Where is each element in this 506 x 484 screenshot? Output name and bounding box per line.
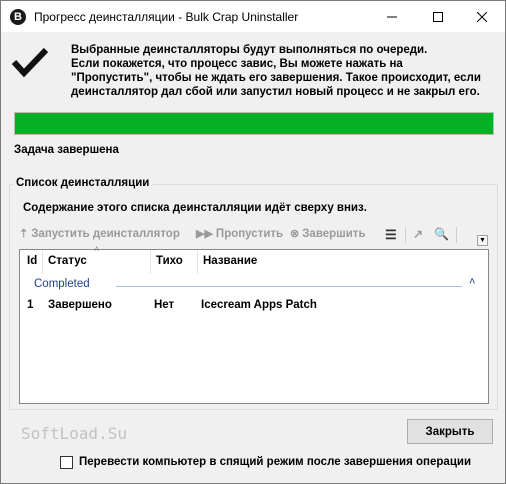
collapse-chevron-icon[interactable]: ˄ <box>469 276 475 288</box>
terminate-button[interactable]: ⊗ Завершить <box>290 227 366 241</box>
maximize-icon <box>433 11 443 22</box>
sort-indicator-icon: ˄ <box>94 244 100 254</box>
minimize-button[interactable] <box>369 1 415 32</box>
toolbar-overflow-button[interactable]: ▼ <box>477 235 488 246</box>
skip-button[interactable]: ▶▶ Пропустить <box>196 227 284 241</box>
title-bar[interactable]: B Прогресс деинсталляции - Bulk Crap Uni… <box>1 1 505 32</box>
group-divider <box>116 286 462 287</box>
maximize-button[interactable] <box>415 1 461 32</box>
column-header-quiet[interactable]: Тихо <box>156 255 183 267</box>
column-header-status[interactable]: Статус <box>48 255 87 267</box>
list-view-button[interactable]: ☰ <box>385 227 397 243</box>
column-divider <box>150 250 151 274</box>
properties-button[interactable]: 🔍 <box>434 227 449 241</box>
column-header-id[interactable]: Id <box>27 255 37 267</box>
group-title: Completed <box>34 278 90 290</box>
table-row[interactable]: 1 Завершено Нет Icecream Apps Patch <box>20 297 488 315</box>
minimize-icon <box>387 16 397 17</box>
open-external-button[interactable]: ↗ <box>413 227 423 241</box>
close-button[interactable]: Закрыть <box>407 419 493 444</box>
skip-icon: ▶▶ <box>196 228 213 240</box>
toolbar-separator <box>456 227 457 243</box>
close-window-button[interactable] <box>459 1 505 32</box>
sleep-option-label[interactable]: Перевести компьютер в спящий режим после… <box>79 456 471 468</box>
list-toolbar: ⇡ Запустить деинсталлятор ▶▶ Пропустить … <box>19 225 491 245</box>
uninstall-list-description: Содержание этого списка деинсталляции ид… <box>23 202 367 214</box>
list-header: ˄ Id Статус Тихо Название <box>20 244 488 274</box>
run-uninstaller-button[interactable]: ⇡ Запустить деинсталлятор <box>19 227 180 241</box>
progress-fill <box>15 113 493 134</box>
list-view-icon: ☰ <box>385 227 397 242</box>
group-header-completed[interactable]: Completed ˄ <box>20 276 488 294</box>
terminate-icon: ⊗ <box>290 228 300 240</box>
app-logo-icon: B <box>10 9 26 25</box>
uninstall-list-view[interactable]: ˄ Id Статус Тихо Название Completed ˄ 1 … <box>19 244 489 404</box>
row-name: Icecream Apps Patch <box>201 299 317 311</box>
row-id: 1 <box>27 299 34 311</box>
row-quiet: Нет <box>154 299 175 311</box>
uninstall-list-title: Список деинсталляции <box>13 177 153 189</box>
info-message: Выбранные деинсталляторы будут выполнять… <box>71 44 481 98</box>
skip-label: Пропустить <box>215 227 284 240</box>
column-header-name[interactable]: Название <box>203 255 257 267</box>
watermark-text: SoftLoad.Su <box>21 424 127 443</box>
run-icon: ⇡ <box>19 228 29 240</box>
close-icon <box>477 11 487 22</box>
sleep-checkbox[interactable] <box>60 456 73 469</box>
run-uninstaller-label: Запустить деинсталлятор <box>31 227 180 240</box>
progress-bar <box>14 112 494 135</box>
column-divider <box>42 250 43 274</box>
uninstall-progress-window: B Прогресс деинсталляции - Bulk Crap Uni… <box>0 0 506 484</box>
row-status: Завершено <box>48 299 112 311</box>
document-search-icon: 🔍 <box>434 227 449 241</box>
status-text: Задача завершена <box>14 144 119 156</box>
toolbar-separator <box>405 227 406 243</box>
column-divider <box>197 250 198 274</box>
window-title: Прогресс деинсталляции - Bulk Crap Unins… <box>34 10 299 24</box>
checkmark-icon <box>11 47 49 78</box>
terminate-label: Завершить <box>302 227 366 240</box>
external-link-icon: ↗ <box>413 227 424 241</box>
